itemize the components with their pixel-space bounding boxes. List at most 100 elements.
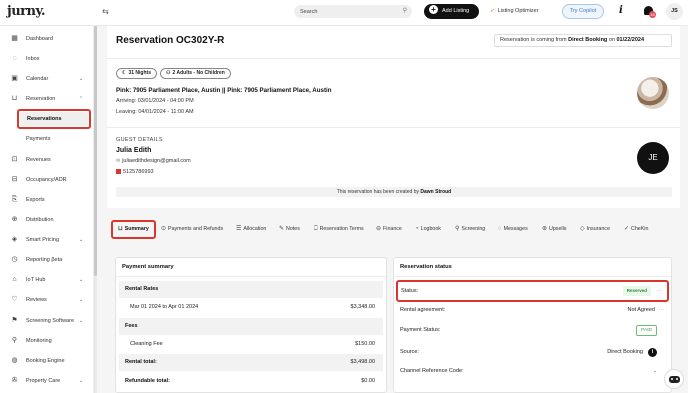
rental-agreement-row: Rental agreement: Not Agreed ⋯ (398, 302, 669, 319)
divider (116, 276, 386, 277)
tab-reservation-terms[interactable]: ⎕ Reservation Terms (314, 224, 364, 235)
sidebar-subitem-payments[interactable]: Payments (26, 133, 50, 145)
tab-screening[interactable]: ⚲ Screening (455, 224, 485, 235)
sidebar-item-reviews[interactable]: ♡ Reviews ⌄ (0, 293, 94, 307)
direct-booking-icon: i (648, 348, 657, 357)
property-title[interactable]: Pink: 7905 Parliament Place, Austin || P… (116, 87, 332, 94)
sidebar-item-exports[interactable]: ⎘ Exports (0, 193, 94, 207)
grid-icon: ▦ (11, 35, 18, 42)
tab-allocation[interactable]: ☰ Allocation (236, 224, 266, 235)
sidebar-item-smart-pricing[interactable]: ◈ Smart Pricing ⌄ (0, 233, 94, 247)
listing-optimizer-button[interactable]: ➶ Listing Optimizer (490, 6, 539, 17)
payment-status-badge: PAID (636, 325, 657, 336)
shield-icon: ◇ (580, 226, 585, 232)
tab-label: Insurance (586, 226, 610, 232)
iot-icon: ⌂ (12, 276, 17, 283)
rental-agreement-value: Not Agreed (627, 307, 655, 313)
more-icon[interactable]: ⋯ (657, 282, 662, 300)
add-listing-button[interactable]: + Add Listing (424, 4, 479, 19)
sidebar-item-label: Distribution (26, 217, 54, 223)
sidebar-item-label: Property Care (26, 378, 61, 384)
reservation-source-box: Reservation is coming from Direct Bookin… (494, 34, 672, 47)
sidebar-item-label: Dashboard (26, 36, 53, 42)
reservation-header-card: Reservation OC302Y-R Reservation is comi… (107, 26, 680, 208)
payment-row-value: $0.00 (361, 378, 375, 384)
bag-icon: ⊔ (118, 226, 123, 232)
status-badge[interactable]: Reserved (622, 286, 651, 296)
tab-summary[interactable]: ⊔ Summary (111, 220, 156, 239)
notifications-bell-icon[interactable]: 16 (643, 5, 656, 18)
guest-email[interactable]: juliaedithdesign@gmail.com (122, 158, 191, 164)
channel-reference-row: Channel Reference Code: ⌄ (398, 363, 669, 380)
payment-row-label: Refundable total: (125, 378, 170, 384)
sidebar-item-reservation[interactable]: ⊔ Reservation ⌃ (0, 92, 94, 106)
chevron-down-icon: ⌄ (79, 297, 84, 303)
tab-finance[interactable]: ⊖ Finance (376, 224, 402, 235)
status-row: Status: Reserved ⋯ (396, 280, 669, 302)
payment-row-label: Rental Rates (125, 286, 159, 292)
tab-label: Logbook (420, 226, 441, 232)
sidebar-item-inbox[interactable]: ◌ Inbox (0, 52, 94, 66)
collapse-sidebar-icon[interactable]: ⇆ (100, 7, 111, 17)
tab-notes[interactable]: ✎ Notes (279, 224, 300, 235)
guest-phone[interactable]: 5125786993 (123, 169, 154, 175)
sidebar-subitem-reservations[interactable]: Reservations (17, 109, 91, 129)
reporting-icon: ◷ (11, 256, 18, 263)
created-by-name: Dawn Stroud (420, 189, 452, 195)
sidebar-item-calendar[interactable]: ▣ Calendar ⌄ (0, 72, 94, 86)
payment-summary-title: Payment summary (122, 264, 174, 270)
tab-label: CheKin (631, 226, 649, 232)
guest-name[interactable]: Julia Edith (116, 147, 151, 154)
tab-insurance[interactable]: ◇ Insurance (580, 224, 610, 235)
source-date: 01/22/2024 (616, 37, 645, 43)
sidebar-item-label: Reporting βeta (26, 257, 63, 263)
leaving-text: Leaving: 04/01/2024 - 11:00 AM (116, 109, 194, 115)
chevron-down-icon: ⌄ (79, 76, 84, 82)
search-input[interactable] (300, 6, 395, 17)
sidebar-item-revenues[interactable]: ⊡ Revenues (0, 153, 94, 167)
reservation-title: Reservation OC302Y-R (116, 35, 225, 46)
jurny-logo[interactable]: jurny. (7, 4, 46, 19)
chevron-down-icon[interactable]: ⌄ (653, 363, 657, 380)
nights-pill: ☾ 31 Nights (116, 68, 157, 79)
payment-row-value: $150.00 (355, 341, 375, 347)
allocation-icon: ☰ (236, 226, 242, 232)
scrollbar-thumb[interactable] (94, 26, 97, 276)
search-icon: ⚲ (402, 8, 407, 14)
sidebar-scrollbar[interactable] (94, 26, 97, 393)
search-icon: ⚲ (11, 337, 18, 344)
sidebar-item-occupancy[interactable]: ⊟ Occupancy/ADR (0, 173, 94, 187)
property-thumbnail[interactable] (637, 77, 669, 109)
divider (394, 276, 671, 277)
tab-payments-and-refunds[interactable]: ⊙ Payments and Refunds (161, 224, 223, 235)
chatbot-button[interactable] (664, 369, 684, 389)
messages-icon: ◌ (498, 226, 502, 232)
tab-logbook[interactable]: ◔ Logbook (415, 224, 441, 235)
info-icon[interactable]: i (619, 5, 623, 16)
user-avatar[interactable]: JS (666, 3, 683, 20)
sidebar-item-iot-hub[interactable]: ⌂ IoT Hub ⌄ (0, 273, 94, 287)
sidebar-item-monitoring[interactable]: ⚲ Monitoring (0, 334, 94, 348)
notes-icon: ✎ (279, 226, 285, 232)
payment-row-label: Cleaning Fee (130, 341, 163, 347)
tab-label: Screening (461, 226, 486, 232)
search-box[interactable]: ⚲ (294, 5, 412, 18)
phone-icon (116, 169, 121, 175)
listing-optimizer-label: Listing Optimizer (497, 8, 539, 14)
sidebar-item-dashboard[interactable]: ▦ Dashboard (0, 32, 94, 46)
more-icon[interactable]: ⋯ (659, 302, 664, 319)
divider (107, 58, 680, 59)
tab-messages[interactable]: ◌ Messages (498, 224, 528, 235)
sidebar-item-distribution[interactable]: ⊕ Distribution (0, 213, 94, 227)
tab-label: Allocation (243, 226, 267, 232)
sidebar-item-booking-engine[interactable]: ◍ Booking Engine (0, 354, 94, 368)
source-value: Direct Booking (607, 349, 643, 355)
sidebar-item-screening-software[interactable]: ⚑ Screening Software ⌄ (0, 314, 94, 328)
try-copilot-button[interactable]: Try Copilot (562, 4, 604, 19)
sidebar-item-reporting[interactable]: ◷ Reporting βeta (0, 253, 94, 267)
payment-row-value: $3,348.00 (350, 304, 375, 310)
tab-chekin[interactable]: ✓ CheKin (624, 224, 648, 235)
tab-upsells[interactable]: ⊛ Upsells (542, 224, 566, 235)
sidebar-item-property-care[interactable]: ✇ Property Care ⌄ (0, 374, 94, 388)
guest-phone-row: 5125786993 (116, 169, 154, 175)
